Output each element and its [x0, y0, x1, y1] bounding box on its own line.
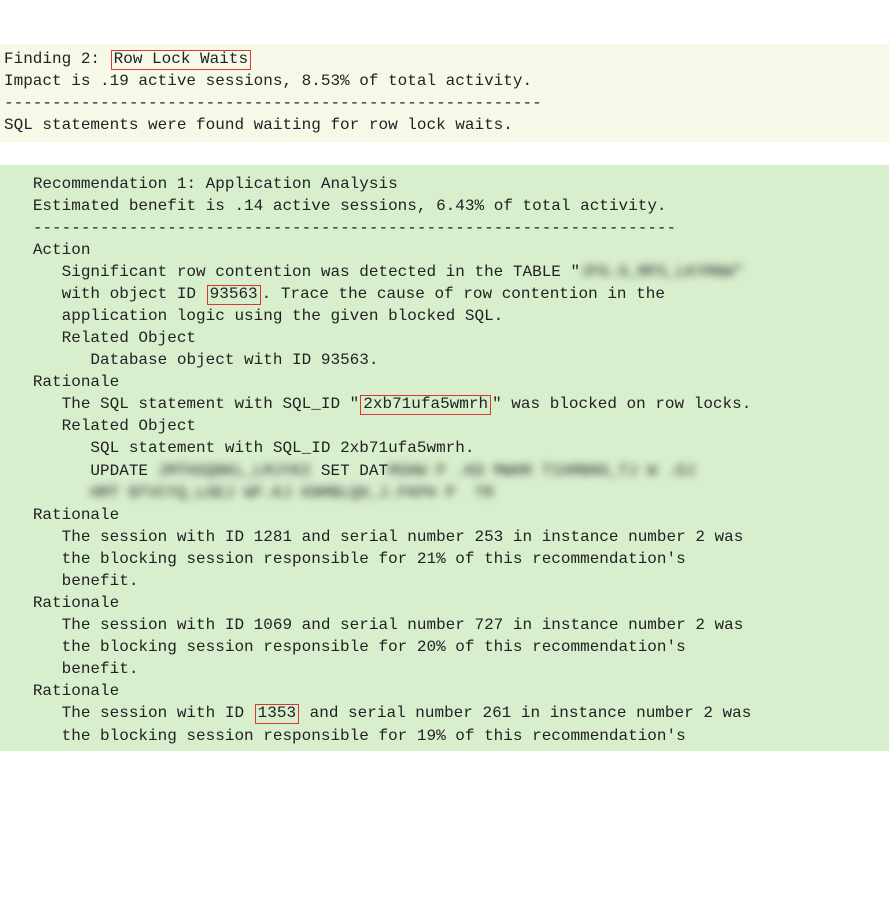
redacted-sql-2: MSHW P .KD MWHR TIAMBNG_TJ W .DJ — [388, 462, 695, 480]
finding-label: Finding 2: — [4, 50, 110, 68]
description-line: SQL statements were found waiting for ro… — [4, 116, 513, 134]
highlight-finding-name: Row Lock Waits — [111, 50, 251, 70]
highlight-sql-id: 2xb71ufa5wmrh — [360, 395, 491, 415]
action-line2a: with object ID — [62, 285, 206, 303]
rationale3-label: Rationale — [33, 594, 119, 612]
r1-related-label: Related Object — [62, 417, 196, 435]
r1-line1a: The SQL statement with SQL_ID " — [62, 395, 360, 413]
action-line2b: . Trace the cause of row contention in t… — [262, 285, 665, 303]
r3-line3: benefit. — [62, 660, 139, 678]
related-object-label: Related Object — [62, 329, 196, 347]
separator1: ----------------------------------------… — [4, 94, 542, 112]
r1-related-text: SQL statement with SQL_ID 2xb71ufa5wmrh. — [90, 439, 474, 457]
r1-sql-set: SET DAT — [321, 462, 388, 480]
action-label: Action — [33, 241, 91, 259]
finding-header: Finding 2: Row Lock Waits Impact is .19 … — [0, 44, 889, 142]
redacted-table-name: JFG.G_MPS_LKYMNW" — [580, 263, 743, 281]
r2-line2: the blocking session responsible for 21%… — [62, 550, 686, 568]
recommendation-title: Recommendation 1: Application Analysis — [33, 175, 398, 193]
estimated-benefit: Estimated benefit is .14 active sessions… — [33, 197, 667, 215]
r4-line2: the blocking session responsible for 19%… — [62, 727, 686, 745]
action-line3: application logic using the given blocke… — [62, 307, 504, 325]
rationale4-label: Rationale — [33, 682, 119, 700]
highlight-object-id: 93563 — [207, 285, 261, 305]
redacted-sql-1: JMTHSQNKL_LMJYKI — [158, 462, 312, 480]
recommendation-body: Recommendation 1: Application Analysis E… — [0, 165, 889, 751]
r4-line1b: and serial number 261 in instance number… — [300, 704, 751, 722]
impact-line: Impact is .19 active sessions, 8.53% of … — [4, 72, 532, 90]
r4-line1a: The session with ID — [62, 704, 254, 722]
r2-line3: benefit. — [62, 572, 139, 590]
action-line1a: Significant row contention was detected … — [62, 263, 580, 281]
related-object-text: Database object with ID 93563. — [90, 351, 378, 369]
r3-line2: the blocking session responsible for 20%… — [62, 638, 686, 656]
r2-line1: The session with ID 1281 and serial numb… — [62, 528, 744, 546]
r1-sql-update-a: UPDATE — [90, 462, 157, 480]
rationale2-label: Rationale — [33, 506, 119, 524]
redacted-sql-3: HMT BTVCYQ_LGEJ WF.KJ KNMBLQH_J.FKPH P T… — [90, 484, 493, 502]
rationale1-label: Rationale — [33, 373, 119, 391]
r3-line1: The session with ID 1069 and serial numb… — [62, 616, 744, 634]
r1-line1b: " was blocked on row locks. — [492, 395, 751, 413]
highlight-session-id: 1353 — [255, 704, 299, 724]
separator2: ----------------------------------------… — [33, 219, 676, 237]
